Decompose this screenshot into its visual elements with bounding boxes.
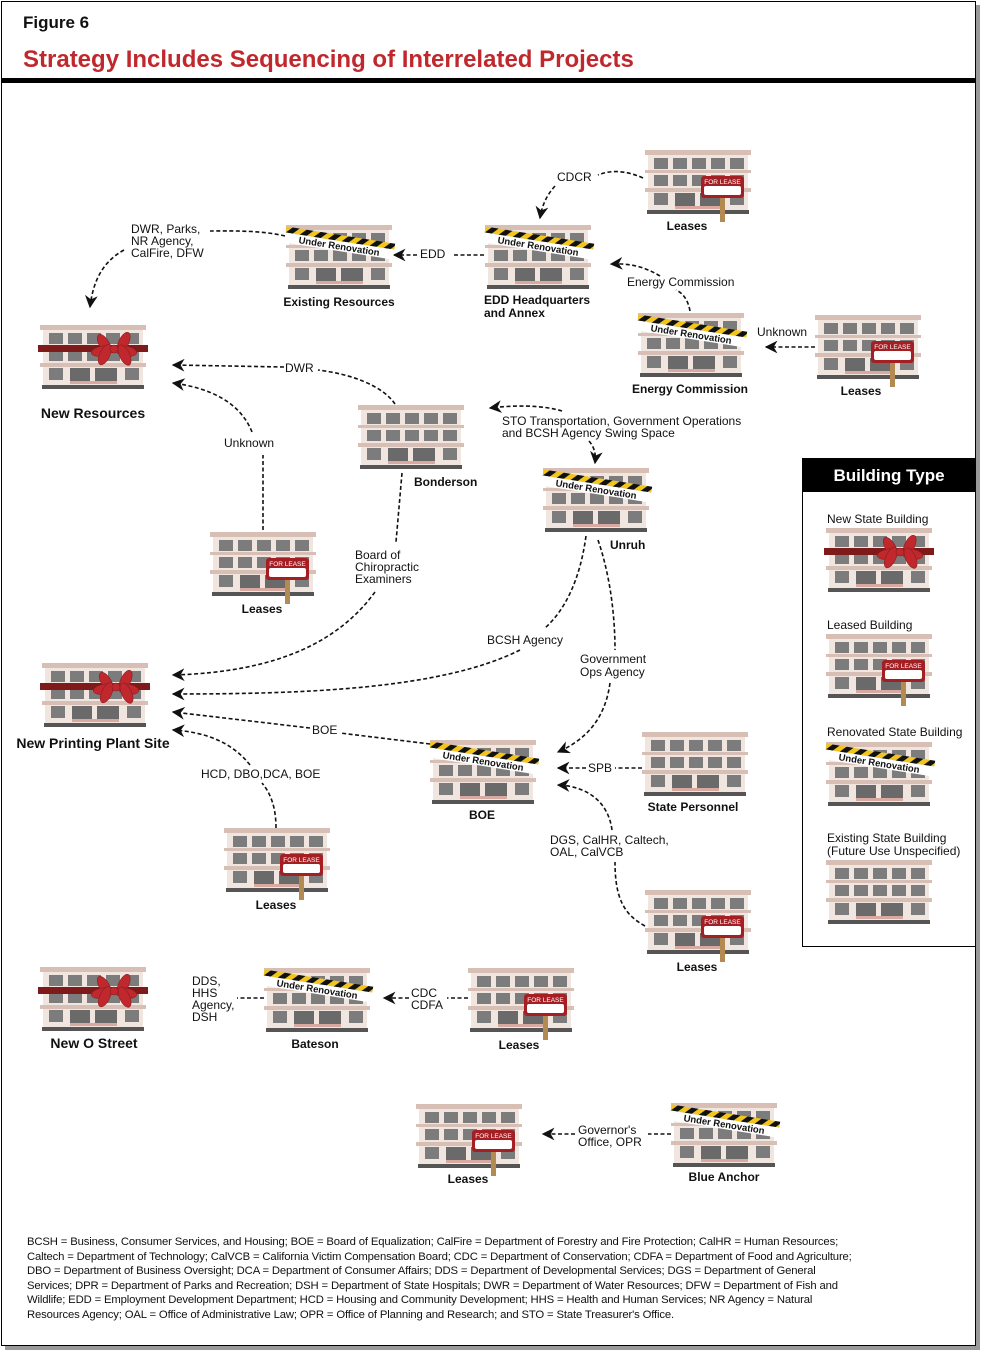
lease-sign-text: FOR LEASE	[475, 1133, 512, 1140]
building-leases-dwr	[210, 532, 316, 604]
building-new-printing-plant	[40, 663, 150, 727]
legend-label: Renovated State Building	[827, 725, 962, 739]
node-label: Blue Anchor	[689, 1170, 760, 1184]
lease-sign-text: FOR LEASE	[283, 857, 320, 864]
node-label: Leases	[448, 1172, 489, 1186]
edge-energy	[675, 289, 691, 312]
edge-dwr-parks-2	[85, 249, 125, 309]
edge-label: BOE	[312, 723, 337, 737]
node-label: Unruh	[610, 538, 645, 552]
edge-dwr-parks	[209, 230, 286, 237]
node-label: and Annex	[484, 306, 545, 320]
footnote-line: Caltech = Department of Technology; CalV…	[27, 1250, 852, 1263]
edge-hcd-2	[171, 724, 251, 766]
edge-label: CalFire, DFW	[131, 246, 204, 260]
building-leases-cdc	[468, 968, 574, 1040]
edge-label: OAL, CalVCB	[550, 845, 623, 859]
lease-sign-text: FOR LEASE	[527, 997, 564, 1004]
building-new-o-street	[38, 967, 148, 1031]
legend-icon-new	[824, 528, 934, 592]
sequencing-diagram: FOR LEASEUnder Renovation Under Renovatio…	[16, 0, 962, 1186]
edge-label: DWR	[285, 361, 314, 375]
building-leases-gov	[416, 1104, 522, 1176]
edge-label: and BCSH Agency Swing Space	[502, 426, 675, 440]
edge-cdcr	[597, 170, 644, 179]
edge-label: Ops Agency	[580, 665, 645, 679]
building-leases-hcd	[224, 828, 330, 900]
edge-label: Office, OPR	[578, 1135, 642, 1149]
legend-label: Leased Building	[827, 618, 912, 632]
edge-boe	[339, 732, 431, 745]
node-label: Energy Commission	[632, 382, 748, 396]
edge-chiropractic	[395, 472, 403, 543]
edge-bcsh-2	[171, 649, 521, 701]
edge-label: BCSH Agency	[487, 633, 563, 647]
edge-label: Examiners	[355, 572, 412, 586]
edge-bcsh	[544, 535, 587, 629]
building-new-resources	[38, 325, 148, 389]
building-leases-cdcr	[645, 150, 751, 222]
footnote: BCSH = Business, Consumer Services, and …	[27, 1235, 977, 1323]
footnote-line: Services; DPR = Department of Parks and …	[27, 1279, 838, 1292]
node-label: Bonderson	[414, 475, 477, 489]
node-label: BOE	[469, 808, 495, 822]
edge-dgs	[614, 861, 646, 927]
edge-label: Government	[580, 652, 647, 666]
lease-sign-text: FOR LEASE	[704, 919, 741, 926]
edge-sto-2	[588, 440, 603, 465]
edge-boe-2	[171, 706, 311, 729]
node-label: Leases	[256, 898, 297, 912]
edge-sto	[488, 400, 563, 413]
legend-label: New State Building	[827, 512, 928, 526]
node-label: Bateson	[291, 1037, 338, 1051]
node-label: EDD Headquarters	[484, 293, 590, 307]
lease-sign-text: FOR LEASE	[885, 663, 922, 670]
edge-label: Unknown	[757, 325, 807, 339]
edge-dwr-2	[171, 358, 285, 372]
legend-label: (Future Use Unspecified)	[827, 844, 960, 858]
footnote-line: DBO = Department of Business Oversight; …	[27, 1265, 816, 1278]
legend-icon-existing	[826, 860, 932, 924]
lease-sign-text: FOR LEASE	[704, 179, 741, 186]
node-label: Existing Resources	[283, 295, 395, 309]
edge-hcd	[261, 782, 277, 829]
building-bonderson	[358, 405, 464, 469]
lease-sign-text: FOR LEASE	[269, 561, 306, 568]
node-label: Leases	[499, 1038, 540, 1052]
edge-label: HCD, DBO,DCA, BOE	[201, 767, 320, 781]
edge-label: SPB	[588, 761, 612, 775]
footnote-line: Resources Agency; OAL = Office of Admini…	[27, 1308, 674, 1321]
building-state-personnel	[642, 732, 748, 796]
edge-gov-ops-2	[556, 682, 611, 754]
legend-icon-leased	[826, 634, 932, 706]
node-label: Leases	[677, 960, 718, 974]
legend-label: Existing State Building	[827, 831, 946, 845]
edge-gov-ops	[597, 539, 616, 651]
node-label: Leases	[242, 602, 283, 616]
edge-label: Unknown	[224, 436, 274, 450]
node-label: Leases	[841, 384, 882, 398]
building-leases-energy	[815, 315, 921, 387]
edge-cdcr-2	[535, 185, 556, 220]
node-label: Leases	[667, 219, 708, 233]
edge-label: Energy Commission	[627, 275, 734, 289]
edge-label: DSH	[192, 1010, 217, 1024]
node-label: New O Street	[50, 1035, 137, 1051]
edge-label: CDFA	[411, 998, 443, 1012]
node-label: New Resources	[41, 405, 145, 421]
edge-label: EDD	[420, 247, 446, 261]
lease-sign-text: FOR LEASE	[874, 344, 911, 351]
node-label: State Personnel	[648, 800, 739, 814]
building-leases-dgs	[645, 890, 751, 962]
edge-unknown-leases-2	[171, 378, 253, 433]
node-label: New Printing Plant Site	[16, 735, 169, 751]
footnote-line: Wildlife; EDD = Employment Development D…	[27, 1294, 813, 1307]
edge-dwr	[317, 369, 396, 405]
footnote-line: BCSH = Business, Consumer Services, and …	[27, 1236, 839, 1248]
edge-label: CDCR	[557, 170, 592, 184]
edge-dgs-2	[556, 779, 613, 831]
